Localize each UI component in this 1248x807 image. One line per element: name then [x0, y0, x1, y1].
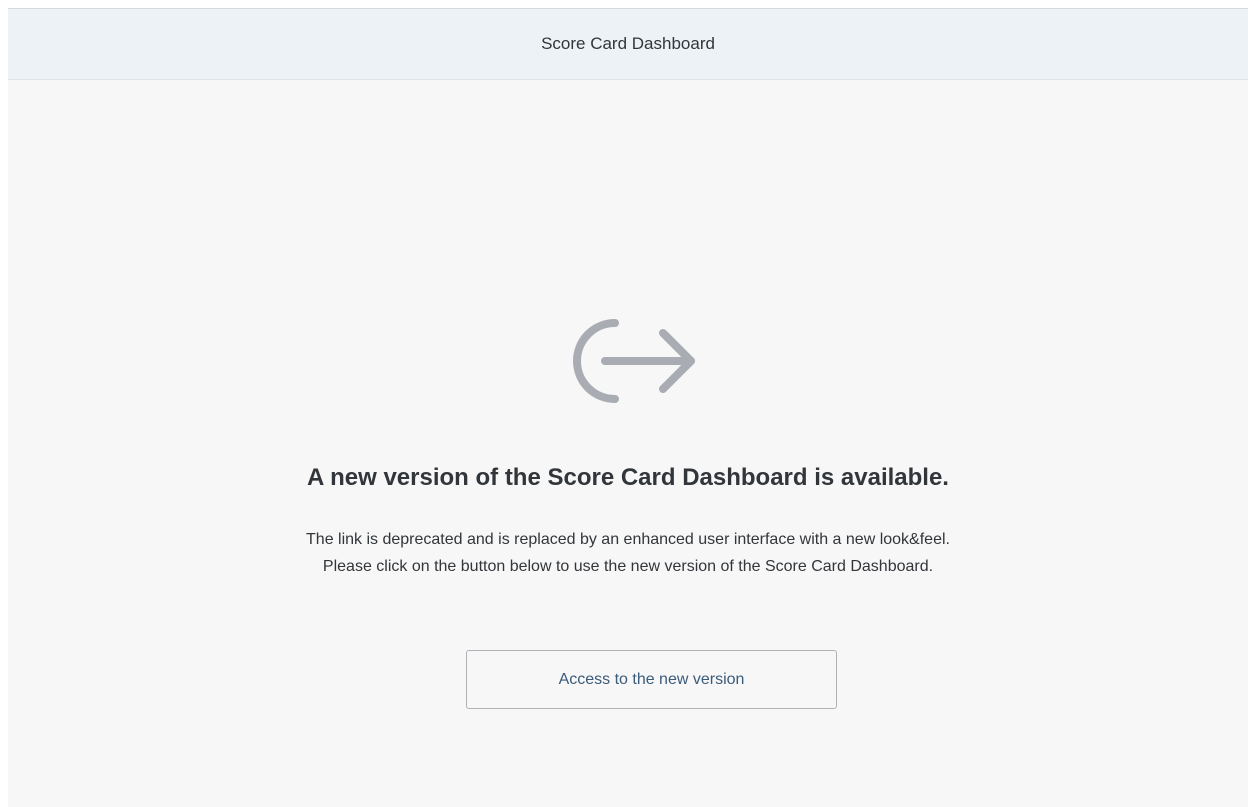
- notice-headline: A new version of the Score Card Dashboar…: [307, 464, 949, 491]
- page-header: Score Card Dashboard: [8, 9, 1248, 80]
- notice-description-line-1: The link is deprecated and is replaced b…: [306, 531, 950, 548]
- notice-description: The link is deprecated and is replaced b…: [8, 526, 1248, 580]
- exit-arrow-icon: [8, 305, 1248, 417]
- page-title: Score Card Dashboard: [541, 34, 715, 53]
- notice-description-line-2: Please click on the button below to use …: [322, 558, 934, 575]
- page-frame: Score Card Dashboard A new version of th…: [8, 8, 1248, 807]
- access-new-version-button[interactable]: Access to the new version: [466, 650, 837, 709]
